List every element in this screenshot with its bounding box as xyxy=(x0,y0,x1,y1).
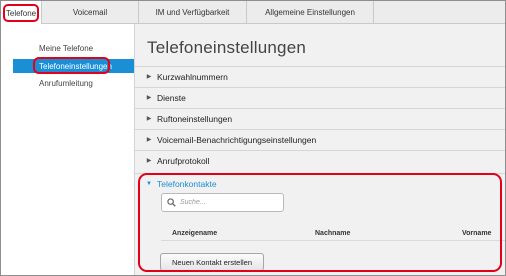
tab-label: Allgemeine Einstellungen xyxy=(265,8,355,17)
caret-right-icon: ▶ xyxy=(146,116,152,122)
tab-allgemeine-einstellungen[interactable]: Allgemeine Einstellungen xyxy=(247,1,374,24)
section-dienste[interactable]: ▶ Dienste xyxy=(135,87,505,107)
sidebar-item-label: Anrufumleitung xyxy=(39,78,93,88)
tab-highlight-outline xyxy=(3,4,39,22)
tab-label: Voicemail xyxy=(72,8,108,17)
caret-right-icon: ▶ xyxy=(146,95,152,101)
section-label: Voicemail-Benachrichtigungseinstellungen xyxy=(157,134,317,145)
section-ruftoneinstellungen[interactable]: ▶ Ruftoneinstellungen xyxy=(135,108,505,128)
section-voicemail-benachrichtigung[interactable]: ▶ Voicemail-Benachrichtigungseinstellung… xyxy=(135,129,505,149)
top-tab-bar: Telefone Voicemail IM und Verfügbarkeit … xyxy=(1,1,505,25)
sidebar-highlight-outline xyxy=(33,57,110,74)
sidebar-item-anrufumleitung[interactable]: Anrufumleitung xyxy=(13,76,134,90)
section-label: Dienste xyxy=(157,92,186,103)
tab-label: IM und Verfügbarkeit xyxy=(155,8,230,17)
section-anrufprotokoll[interactable]: ▶ Anrufprotokoll xyxy=(135,150,505,170)
caret-right-icon: ▶ xyxy=(146,74,152,80)
caret-right-icon: ▶ xyxy=(146,137,152,143)
sidebar-item-meine-telefone[interactable]: Meine Telefone xyxy=(13,41,134,55)
caret-right-icon: ▶ xyxy=(146,158,152,164)
contacts-highlight-outline xyxy=(138,173,502,272)
section-kurzwahlnummern[interactable]: ▶ Kurzwahlnummern xyxy=(135,66,505,86)
page-title: Telefoneinstellungen xyxy=(147,38,307,57)
app-window: Telefone Voicemail IM und Verfügbarkeit … xyxy=(0,0,506,276)
tab-voicemail[interactable]: Voicemail xyxy=(42,1,139,24)
section-label: Kurzwahlnummern xyxy=(157,71,228,82)
section-label: Anrufprotokoll xyxy=(157,155,210,166)
tab-im-verfuegbarkeit[interactable]: IM und Verfügbarkeit xyxy=(139,1,247,24)
section-label: Ruftoneinstellungen xyxy=(157,113,233,124)
sidebar-item-label: Meine Telefone xyxy=(39,43,94,53)
